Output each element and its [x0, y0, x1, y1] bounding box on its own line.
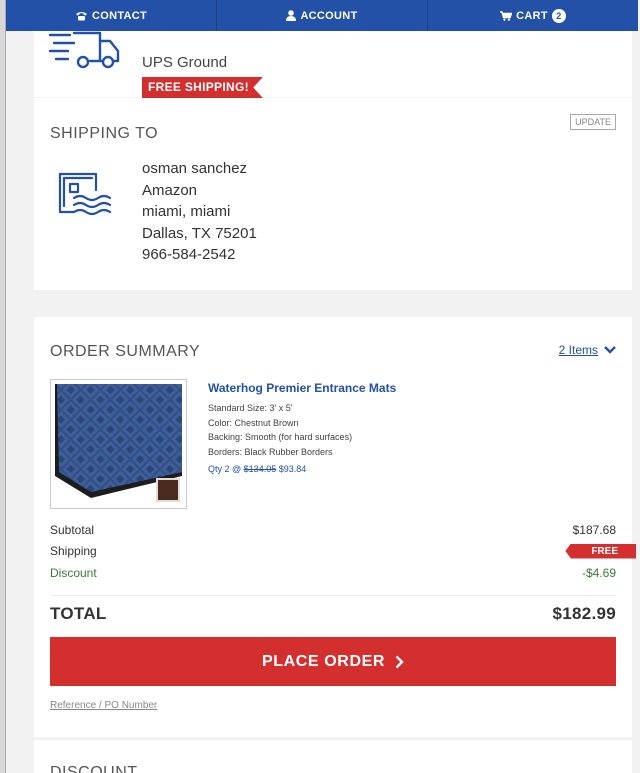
nav-contact[interactable]: CONTACT: [6, 0, 217, 31]
shipping-to-title: SHIPPING TO: [50, 125, 159, 142]
product-attribute: Backing: Smooth (for hard surfaces): [208, 432, 353, 442]
update-address-button[interactable]: UPDATE: [570, 114, 616, 130]
product-attribute: Borders: Black Rubber Borders: [208, 446, 333, 457]
discount-title: DISCOUNT: [50, 764, 138, 773]
discount-label: Discount: [50, 566, 97, 580]
shipping-label: Shipping: [50, 544, 97, 558]
chevron-right-icon: [395, 655, 404, 668]
product-attribute: Standard Size: 3' x 5': [208, 403, 293, 413]
address-line: osman sanchez: [142, 160, 248, 177]
subtotal-value: $187.68: [572, 523, 616, 537]
discount-value: -$4.69: [581, 566, 616, 580]
user-icon: [286, 10, 297, 21]
items-count-label: 2 Items: [558, 343, 598, 357]
summary-divider: [50, 595, 616, 596]
product-attribute: Color: Chestnut Brown: [208, 417, 299, 428]
address-line: Dallas, TX 75201: [142, 224, 257, 242]
phone-icon: [75, 11, 87, 20]
old-price: $134.05: [243, 464, 277, 474]
new-price: $93.84: [278, 464, 307, 474]
address-line: Amazon: [142, 181, 198, 199]
shipping-method-name: UPS Ground: [142, 54, 228, 71]
nav-cart-label: CART: [516, 9, 548, 22]
nav-account[interactable]: ACCOUNT: [217, 0, 428, 31]
shipping-method-card: UPS Ground FREE SHIPPING!: [34, 31, 632, 98]
shipping-address: osman sanchez Amazon miami, miami Dallas…: [142, 158, 257, 266]
total-value: $182.99: [552, 604, 616, 623]
shipping-free-badge: FREE: [565, 543, 636, 559]
nav-account-label: ACCOUNT: [300, 9, 358, 22]
total-row: TOTAL $182.99: [50, 604, 616, 624]
window-edge: [0, 0, 6, 773]
place-order-label: PLACE ORDER: [261, 652, 386, 670]
subtotal-row: Subtotal $187.68: [50, 521, 616, 539]
address-line: 966-584-2542: [142, 246, 236, 263]
address-line: miami, miami: [142, 203, 231, 220]
quantity-price: Qty 2 @ $134.05 $93.84: [208, 464, 306, 474]
reference-po-link[interactable]: Reference / PO Number: [50, 700, 157, 711]
shipping-row: Shipping FREE: [50, 542, 636, 560]
shipping-to-card: SHIPPING TO UPDATE osman sanchez Amazon …: [34, 98, 632, 290]
cart-icon: [500, 10, 513, 21]
chevron-down-icon: [604, 346, 616, 354]
nav-cart[interactable]: CART 2: [428, 0, 638, 31]
subtotal-label: Subtotal: [50, 523, 95, 537]
place-order-button[interactable]: PLACE ORDER: [50, 637, 616, 686]
nav-contact-label: CONTACT: [91, 9, 148, 22]
product-name-link[interactable]: Waterhog Premier Entrance Mats: [208, 381, 396, 395]
cart-count-badge: 2: [551, 8, 566, 23]
discount-row: Discount -$4.69: [50, 564, 616, 582]
items-toggle[interactable]: 2 Items: [559, 343, 616, 357]
qty-prefix: Qty 2 @: [208, 464, 242, 474]
color-swatch: [156, 478, 180, 502]
truck-icon: [48, 31, 120, 69]
total-label: TOTAL: [50, 604, 107, 623]
product-image[interactable]: [50, 379, 187, 509]
product-attributes: Standard Size: 3' x 5' Color: Chestnut B…: [208, 401, 352, 459]
top-navigation: CONTACT ACCOUNT CART 2: [6, 0, 638, 31]
free-shipping-badge: FREE SHIPPING!: [142, 77, 263, 98]
order-summary-title: ORDER SUMMARY: [50, 343, 201, 360]
address-icon: [58, 172, 112, 216]
discount-card: DISCOUNT: [34, 740, 632, 773]
order-summary-card: ORDER SUMMARY 2 Items Waterhog Premier E…: [34, 317, 636, 737]
